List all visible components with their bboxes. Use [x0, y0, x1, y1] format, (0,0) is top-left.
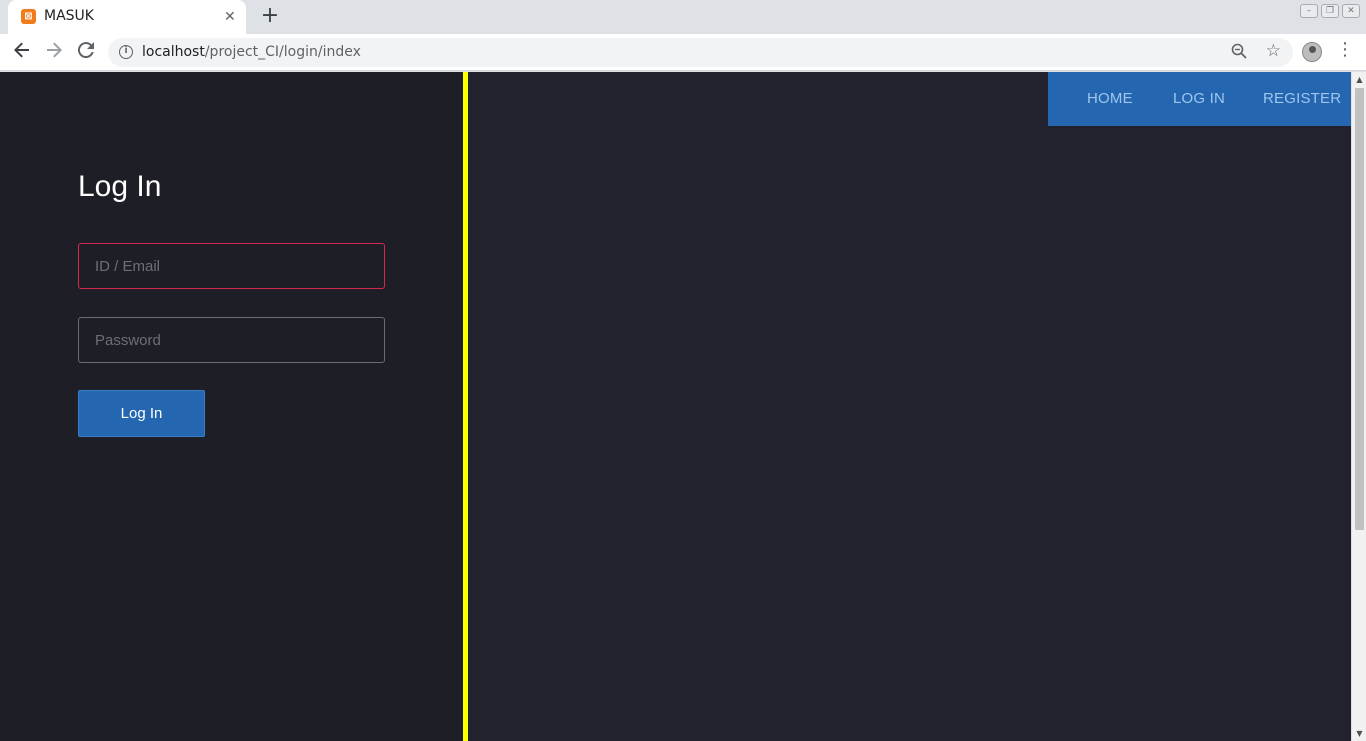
- email-field[interactable]: [78, 243, 385, 289]
- kebab-menu-icon[interactable]: ⋮: [1336, 41, 1354, 59]
- browser-tab-strip: ⊠ MASUK ✕ + – ❐ ✕: [0, 0, 1366, 34]
- scroll-thumb[interactable]: [1355, 88, 1364, 530]
- login-panel: Log In Log In: [0, 72, 463, 741]
- window-controls: – ❐ ✕: [1300, 4, 1360, 18]
- xampp-icon: ⊠: [21, 9, 36, 24]
- close-tab-icon[interactable]: ✕: [224, 8, 236, 26]
- scroll-down-arrow-icon[interactable]: ▼: [1352, 726, 1366, 741]
- zoom-icon[interactable]: [1231, 43, 1247, 63]
- page-title: Log In: [78, 170, 162, 203]
- tab-title: MASUK: [44, 8, 94, 24]
- browser-toolbar: i localhost/project_CI/login/index ☆ ⋮: [0, 34, 1366, 71]
- info-icon[interactable]: i: [119, 45, 133, 59]
- top-navigation: HOME LOG IN REGISTER: [1048, 72, 1351, 126]
- reload-icon[interactable]: [72, 39, 100, 67]
- page-viewport: Log In Log In HOME LOG IN REGISTER ▲ ▼: [0, 72, 1366, 741]
- password-field[interactable]: [78, 317, 385, 363]
- login-button[interactable]: Log In: [78, 390, 205, 437]
- vertical-scrollbar[interactable]: ▲ ▼: [1351, 72, 1366, 741]
- url-text: localhost/project_CI/login/index: [142, 44, 361, 60]
- scroll-up-arrow-icon[interactable]: ▲: [1352, 72, 1366, 87]
- url-path: /project_CI/login/index: [204, 44, 361, 60]
- new-tab-button[interactable]: +: [258, 4, 282, 28]
- back-arrow-icon[interactable]: [8, 39, 36, 67]
- close-window-icon[interactable]: ✕: [1342, 4, 1360, 18]
- nav-home-link[interactable]: HOME: [1087, 90, 1133, 107]
- nav-register-link[interactable]: REGISTER: [1263, 90, 1341, 107]
- forward-arrow-icon[interactable]: [40, 39, 68, 67]
- url-host: localhost: [142, 44, 205, 60]
- nav-login-link[interactable]: LOG IN: [1173, 90, 1225, 107]
- restore-icon[interactable]: ❐: [1321, 4, 1339, 18]
- hero-panel: [468, 72, 1351, 741]
- star-icon[interactable]: ☆: [1266, 41, 1281, 61]
- profile-avatar-icon[interactable]: [1302, 42, 1322, 62]
- browser-tab[interactable]: ⊠ MASUK ✕: [8, 0, 246, 34]
- minimize-icon[interactable]: –: [1300, 4, 1318, 18]
- address-bar[interactable]: i localhost/project_CI/login/index ☆: [108, 38, 1293, 67]
